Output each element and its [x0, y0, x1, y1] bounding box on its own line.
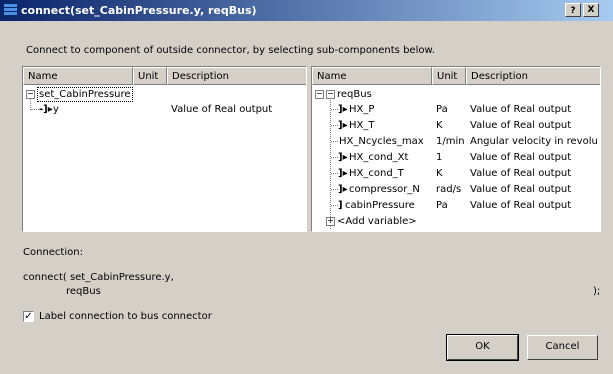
tree-node-label[interactable]: HX_P: [349, 102, 374, 117]
tree-node-label[interactable]: HX_T: [349, 118, 374, 133]
right-tree-row[interactable]: ]▸ HX_P Pa Value of Real output: [312, 102, 600, 117]
description-cell: Value of Real output: [470, 152, 572, 163]
right-tree-root[interactable]: − − reqBus: [312, 87, 600, 102]
unit-cell: 1: [436, 152, 443, 163]
right-tree-row[interactable]: ]▸ HX_T K Value of Real output: [312, 118, 600, 133]
right-col-unit-header[interactable]: Unit: [432, 67, 466, 85]
unit-cell: 1/min: [436, 136, 465, 147]
connection-code-close: );: [593, 286, 601, 297]
left-tree-root[interactable]: − set_CabinPressure: [23, 87, 306, 102]
cancel-button[interactable]: Cancel: [527, 335, 598, 360]
tree-node-label[interactable]: compressor_N: [349, 182, 420, 197]
tree-node-label[interactable]: HX_Ncycles_max: [339, 134, 424, 149]
right-table-header: Name Unit Description: [312, 67, 600, 85]
tree-node-label[interactable]: set_CabinPressure: [37, 87, 133, 102]
right-col-description-header[interactable]: Description: [466, 67, 600, 85]
description-cell: Value of Real output: [470, 184, 572, 195]
tree-node-label[interactable]: y: [53, 102, 59, 117]
unit-cell: rad/s: [436, 184, 462, 195]
right-col-name-header[interactable]: Name: [312, 67, 432, 85]
tree-line: [331, 125, 338, 126]
real-output-icon: ]: [338, 200, 343, 211]
unit-cell: K: [436, 120, 443, 131]
real-output-icon: ]▸: [338, 120, 348, 131]
description-cell: Angular velocity in revolu...: [470, 136, 598, 147]
description-cell: Value of Real output: [470, 168, 572, 179]
connection-code-line1: connect( set_CabinPressure.y,: [23, 272, 174, 283]
left-col-unit-header[interactable]: Unit: [133, 67, 167, 85]
title-bar[interactable]: connect(set_CabinPressure.y, reqBus) ? X: [0, 0, 613, 21]
tree-line: [31, 109, 39, 110]
close-button[interactable]: X: [583, 3, 599, 17]
real-output-icon: -]▸: [39, 104, 53, 115]
real-output-icon: ]▸: [338, 184, 348, 195]
tree-node-label[interactable]: HX_cond_Xt: [349, 150, 408, 165]
right-tree-row[interactable]: ] cabinPressure Pa Value of Real output: [312, 198, 600, 213]
window-title: connect(set_CabinPressure.y, reqBus): [21, 4, 257, 17]
right-tree-table[interactable]: Name Unit Description − − reqBus ]▸ HX_P…: [311, 66, 601, 232]
unit-cell: Pa: [436, 104, 448, 115]
real-output-icon: ]▸: [338, 152, 348, 163]
help-button[interactable]: ?: [565, 3, 581, 17]
real-output-icon: ]▸: [338, 104, 348, 115]
right-tree-row[interactable]: HX_Ncycles_max 1/min Angular velocity in…: [312, 134, 600, 149]
label-connection-checkbox[interactable]: ✓: [23, 311, 34, 322]
connection-code-line2: reqBus: [66, 286, 101, 297]
tree-line: [331, 205, 338, 206]
instruction-text: Connect to component of outside connecto…: [26, 45, 435, 56]
ok-button[interactable]: OK: [446, 334, 519, 361]
add-variable-label[interactable]: <Add variable>: [337, 214, 417, 229]
right-tree-row[interactable]: ]▸ compressor_N rad/s Value of Real outp…: [312, 182, 600, 197]
tree-node-label[interactable]: HX_cond_T: [349, 166, 404, 181]
description-cell: Value of Real output: [470, 104, 572, 115]
left-table-header: Name Unit Description: [23, 67, 306, 85]
connection-label: Connection:: [23, 247, 83, 258]
unit-cell: K: [436, 168, 443, 179]
tree-line: [331, 141, 338, 142]
description-cell: Value of Real output: [171, 104, 273, 115]
collapse-icon[interactable]: −: [315, 90, 324, 99]
unit-cell: Pa: [436, 200, 448, 211]
tree-line: [331, 109, 338, 110]
label-connection-checkbox-label[interactable]: Label connection to bus connector: [39, 311, 212, 322]
left-tree-table[interactable]: Name Unit Description − set_CabinPressur…: [22, 66, 307, 232]
tree-line: [331, 157, 338, 158]
right-tree-row[interactable]: ]▸ HX_cond_T K Value of Real output: [312, 166, 600, 181]
description-cell: Value of Real output: [470, 200, 572, 211]
tree-line: [331, 173, 338, 174]
tree-node-label[interactable]: cabinPressure: [345, 198, 415, 213]
tree-node-label[interactable]: reqBus: [337, 87, 372, 102]
left-tree-row[interactable]: -]▸ y Value of Real output: [23, 102, 306, 117]
left-col-description-header[interactable]: Description: [167, 67, 306, 85]
description-cell: Value of Real output: [470, 120, 572, 131]
right-tree-row[interactable]: ]▸ HX_cond_Xt 1 Value of Real output: [312, 150, 600, 165]
add-variable-row[interactable]: + <Add variable>: [312, 214, 600, 229]
expand-icon[interactable]: +: [326, 217, 335, 226]
left-col-name-header[interactable]: Name: [23, 67, 133, 85]
tree-line: [331, 189, 338, 190]
real-output-icon: ]▸: [338, 168, 348, 179]
window-icon: [4, 4, 17, 15]
